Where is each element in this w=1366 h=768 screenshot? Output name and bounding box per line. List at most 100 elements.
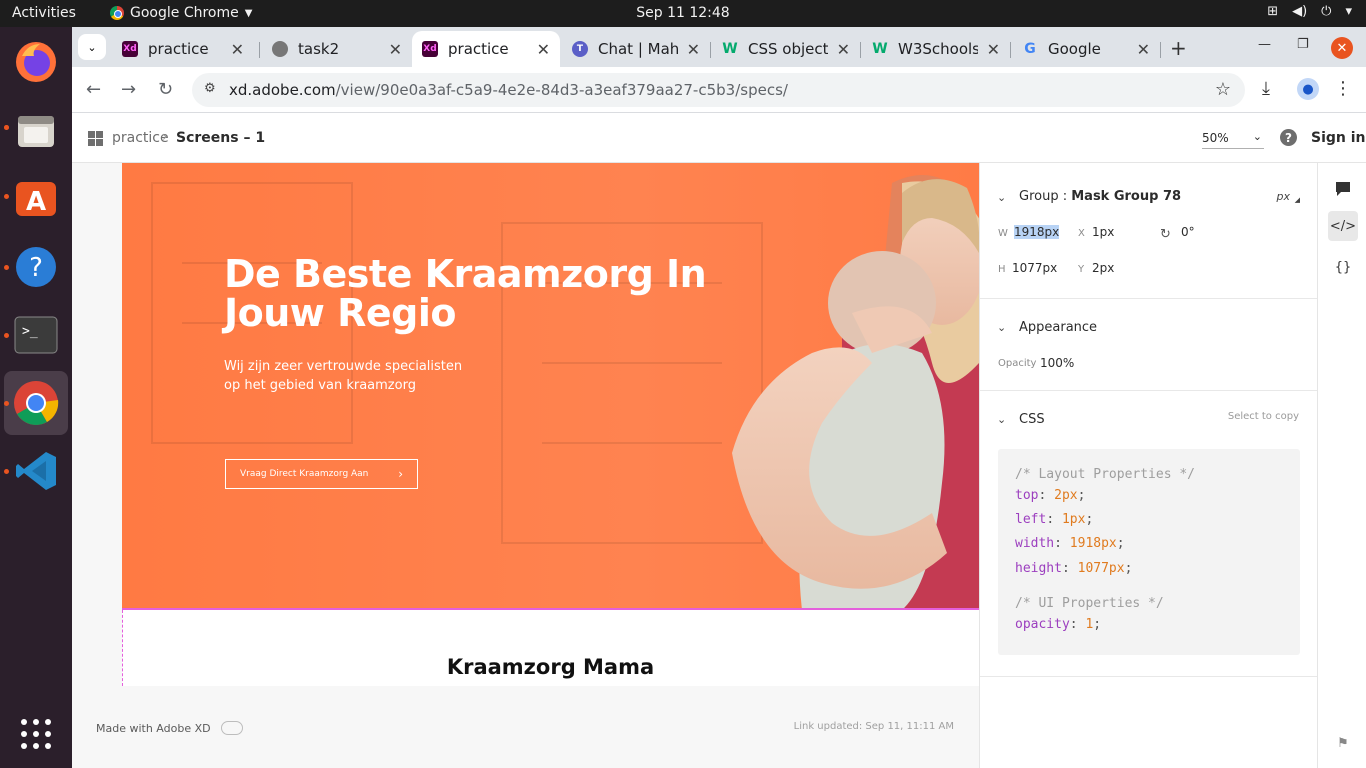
profile-avatar-icon[interactable]: ● xyxy=(1297,78,1319,100)
svg-text:A: A xyxy=(26,187,46,217)
tab-title: Google xyxy=(1048,40,1101,58)
code-line-left: left: 1px; xyxy=(1015,512,1094,527)
select-to-copy-hint: Select to copy xyxy=(1227,411,1299,422)
group-name: Mask Group 78 xyxy=(1071,189,1182,204)
address-bar[interactable]: ⚙ xd.adobe.com/view/90e0a3af-c5a9-4e2e-8… xyxy=(192,73,1245,107)
bookmark-star-icon[interactable]: ☆ xyxy=(1215,79,1231,100)
close-icon[interactable]: ✕ xyxy=(687,40,700,59)
download-icon[interactable]: ⤓ xyxy=(1262,78,1270,99)
design-canvas: De Beste Kraamzorg In Jouw Regio Wij zij… xyxy=(72,163,979,768)
height-label: H xyxy=(998,264,1006,275)
close-icon[interactable]: ✕ xyxy=(1137,40,1150,59)
creative-cloud-icon xyxy=(220,721,243,735)
sign-in-link[interactable]: Sign in xyxy=(1311,130,1366,146)
chevron-down-icon[interactable]: ⌄ xyxy=(997,321,1006,334)
tab-title: CSS object- xyxy=(748,40,828,58)
tab-title: practice xyxy=(148,40,209,58)
close-window-button[interactable]: ✕ xyxy=(1331,37,1353,59)
breadcrumb-project[interactable]: practice xyxy=(112,130,169,146)
tab-separator xyxy=(1010,42,1011,58)
close-icon[interactable]: ✕ xyxy=(537,40,550,59)
mother-and-baby-photo xyxy=(732,175,979,608)
dock: A ? >_ xyxy=(0,27,72,768)
minimize-icon[interactable]: — xyxy=(1258,37,1271,52)
close-icon[interactable]: ✕ xyxy=(837,40,850,59)
new-tab-button[interactable]: + xyxy=(1170,36,1187,60)
made-with-label: Made with Adobe XD xyxy=(96,721,211,735)
css-title: CSS xyxy=(1019,412,1045,427)
comments-icon[interactable] xyxy=(1328,174,1358,204)
height-value[interactable]: 1077px xyxy=(1012,261,1057,275)
rotation-value[interactable]: 0° xyxy=(1181,225,1195,239)
running-indicator xyxy=(4,469,9,474)
hero-subtitle: Wij zijn zeer vertrouwde specialisten op… xyxy=(224,359,463,393)
files-icon[interactable] xyxy=(12,107,60,155)
zoom-select[interactable]: 50% ⌄ xyxy=(1202,130,1264,149)
tab-title: task2 xyxy=(298,40,340,58)
chevron-down-icon[interactable]: ⌄ xyxy=(997,191,1006,204)
help-icon[interactable]: ? xyxy=(12,243,60,291)
chrome-icon[interactable] xyxy=(12,379,60,427)
tab-css-object[interactable]: W CSS object- ✕ xyxy=(712,31,860,67)
group-title: Group : Mask Group 78 xyxy=(1019,189,1181,204)
width-label: W xyxy=(998,228,1008,239)
terminal-icon[interactable]: >_ xyxy=(12,311,60,359)
width-value[interactable]: 1918px xyxy=(1014,225,1060,239)
adobe-xd-icon: Xd xyxy=(422,41,438,57)
firefox-icon[interactable] xyxy=(12,38,60,86)
code-line-width: width: 1918px; xyxy=(1015,536,1125,551)
clock[interactable]: Sep 11 12:48 xyxy=(0,5,1366,21)
running-indicator xyxy=(4,401,9,406)
forward-icon[interactable]: → xyxy=(121,79,136,100)
close-icon[interactable]: ✕ xyxy=(231,40,244,59)
url-text[interactable]: xd.adobe.com/view/90e0a3af-c5a9-4e2e-84d… xyxy=(229,81,788,99)
restore-icon[interactable]: ❐ xyxy=(1297,37,1309,52)
tab-title: W3Schools xyxy=(898,40,978,58)
feedback-flag-icon[interactable]: ⚑ xyxy=(1328,728,1358,758)
css-code-block[interactable]: /* Layout Properties */ top: 2px; left: … xyxy=(998,449,1300,655)
tab-title: Chat | Mahe xyxy=(598,40,678,58)
xd-header: practice › Screens – 1 50% ⌄ ? Sign in xyxy=(72,113,1366,163)
tab-practice-active[interactable]: Xd practice ✕ xyxy=(412,31,560,67)
opacity-value[interactable]: 100% xyxy=(1040,356,1074,370)
reload-icon[interactable]: ↻ xyxy=(158,79,173,100)
y-value[interactable]: 2px xyxy=(1092,261,1114,275)
variables-icon[interactable]: {} xyxy=(1328,252,1358,282)
right-rail: </> {} ⚑ xyxy=(1317,163,1366,768)
app-center-icon[interactable]: A xyxy=(12,174,60,222)
close-icon[interactable]: ✕ xyxy=(389,40,402,59)
system-tray[interactable]: ⊞ ◀) ⏻ ▾ xyxy=(1267,4,1352,19)
svg-text:>_: >_ xyxy=(22,324,38,339)
adobe-xd-icon: Xd xyxy=(122,41,138,57)
network-icon: ⊞ xyxy=(1267,4,1279,19)
inspect-panel: ⌄ Group : Mask Group 78 px ◢ W 1918px X … xyxy=(979,163,1318,768)
hero-cta-button[interactable]: Vraag Direct Kraamzorg Aan › xyxy=(225,459,418,489)
running-indicator xyxy=(4,333,9,338)
vscode-icon[interactable] xyxy=(12,447,60,495)
grid-view-icon[interactable] xyxy=(88,131,103,146)
artboard[interactable]: De Beste Kraamzorg In Jouw Regio Wij zij… xyxy=(122,163,979,686)
appearance-title: Appearance xyxy=(1019,320,1098,335)
more-menu-icon[interactable]: ⋮ xyxy=(1334,78,1352,99)
properties-section: ⌄ Group : Mask Group 78 px ◢ W 1918px X … xyxy=(980,163,1318,299)
tab-chat[interactable]: T Chat | Mahe ✕ xyxy=(562,31,710,67)
close-icon[interactable]: ✕ xyxy=(987,40,1000,59)
tab-separator xyxy=(1160,42,1161,58)
chevron-down-icon[interactable]: ⌄ xyxy=(997,413,1006,426)
tab-practice[interactable]: Xd practice ✕ xyxy=(112,31,254,67)
tab-google[interactable]: G Google ✕ xyxy=(1012,31,1160,67)
tab-w3schools[interactable]: W W3Schools ✕ xyxy=(862,31,1010,67)
show-apps-icon[interactable] xyxy=(12,710,60,758)
running-indicator xyxy=(4,125,9,130)
help-icon[interactable]: ? xyxy=(1280,129,1297,146)
code-inspect-icon[interactable]: </> xyxy=(1328,211,1358,241)
tab-task2[interactable]: task2 ✕ xyxy=(262,31,412,67)
unit-select[interactable]: px xyxy=(1277,190,1291,203)
tab-search-button[interactable]: ⌄ xyxy=(78,34,106,60)
tab-title: practice xyxy=(448,40,509,58)
hero-mask-group[interactable]: De Beste Kraamzorg In Jouw Regio Wij zij… xyxy=(122,163,979,610)
tab-strip: ⌄ Xd practice ✕ task2 ✕ Xd practice ✕ T … xyxy=(72,27,1366,67)
x-value[interactable]: 1px xyxy=(1092,225,1114,239)
site-info-icon[interactable]: ⚙ xyxy=(204,81,216,96)
back-icon[interactable]: ← xyxy=(86,79,101,100)
